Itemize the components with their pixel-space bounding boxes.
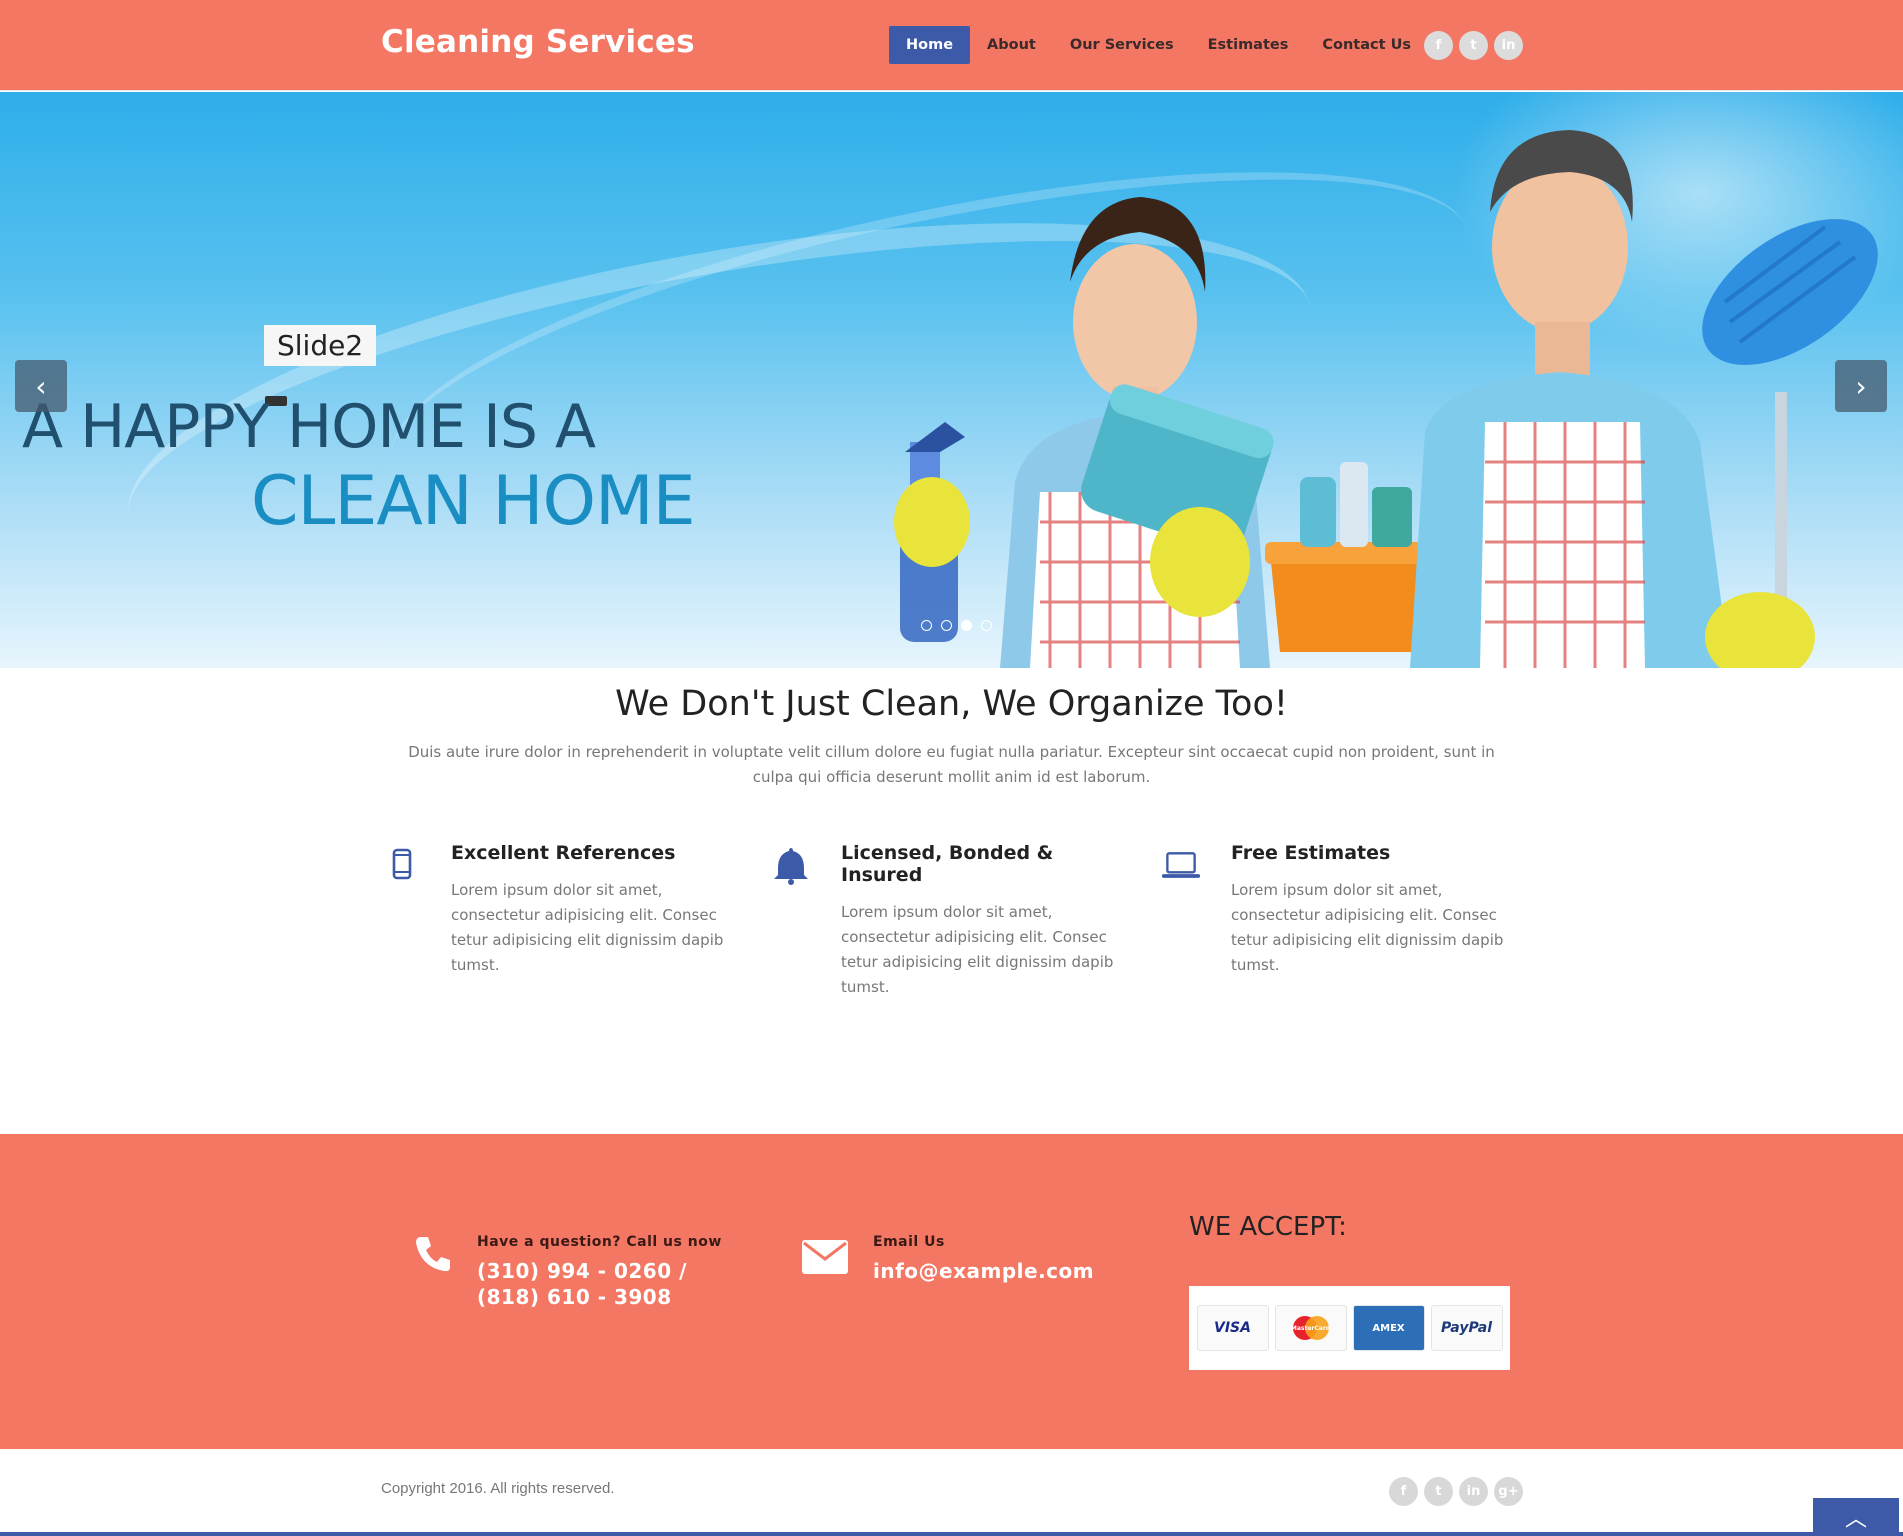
slide-caption: Slide2 bbox=[264, 325, 377, 366]
nav-about[interactable]: About bbox=[970, 26, 1053, 64]
intro-title: We Don't Just Clean, We Organize Too! bbox=[615, 684, 1288, 724]
contact-band: Have a question? Call us now (310) 994 -… bbox=[0, 1134, 1903, 1449]
visa-card: VISA bbox=[1196, 1305, 1269, 1351]
twitter-icon[interactable]: t bbox=[1424, 1477, 1453, 1506]
footer-social-links: f t in g+ bbox=[1389, 1477, 1523, 1506]
payment-cards: VISA MasterCard AMEX PayPal bbox=[1189, 1286, 1510, 1370]
chevron-up-icon: ︿ bbox=[1844, 1507, 1867, 1532]
feature-text: Lorem ipsum dolor sit amet, consectetur … bbox=[841, 903, 1114, 996]
linkedin-icon[interactable]: in bbox=[1494, 31, 1523, 60]
laptop-icon bbox=[1161, 852, 1201, 878]
nav-contact-us[interactable]: Contact Us bbox=[1305, 26, 1428, 64]
nav-home[interactable]: Home bbox=[889, 26, 971, 64]
feature-text: Lorem ipsum dolor sit amet, consectetur … bbox=[451, 881, 724, 974]
facebook-icon[interactable]: f bbox=[1424, 31, 1453, 60]
phone-number[interactable]: (310) 994 - 0260 / (818) 610 - 3908 bbox=[477, 1258, 737, 1310]
main-nav: Home About Our Services Estimates Contac… bbox=[889, 26, 1428, 64]
site-brand[interactable]: Cleaning Services bbox=[381, 24, 695, 60]
man-figure bbox=[1410, 130, 1878, 668]
mastercard-label: MasterCard bbox=[1290, 1324, 1331, 1332]
hero-headline-line2: CLEAN HOME bbox=[251, 462, 696, 541]
we-accept-title: WE ACCEPT: bbox=[1189, 1212, 1347, 1242]
slider-next-button[interactable]: › bbox=[1835, 360, 1887, 412]
envelope-icon bbox=[802, 1240, 848, 1274]
hero-headline-line1: A HAPPY HOME IS A bbox=[22, 392, 596, 462]
hero-cleaners-illustration bbox=[894, 130, 1878, 668]
slider-indicators bbox=[921, 620, 992, 631]
slider-indicator-4[interactable] bbox=[981, 620, 992, 631]
feature-title: Excellent References bbox=[451, 842, 676, 864]
chevron-left-icon: ‹ bbox=[35, 369, 47, 403]
linkedin-icon[interactable]: in bbox=[1459, 1477, 1488, 1506]
site-footer: Copyright 2016. All rights reserved. f t… bbox=[0, 1449, 1903, 1536]
slider-prev-button[interactable]: ‹ bbox=[15, 360, 67, 412]
feature-title: Free Estimates bbox=[1231, 842, 1391, 864]
nav-estimates[interactable]: Estimates bbox=[1191, 26, 1306, 64]
email-address[interactable]: info@example.com bbox=[873, 1258, 1133, 1284]
phone-contact: Have a question? Call us now (310) 994 -… bbox=[477, 1234, 737, 1310]
paypal-card: PayPal bbox=[1430, 1305, 1503, 1351]
facebook-icon[interactable]: f bbox=[1389, 1477, 1418, 1506]
feature-free-estimates: Free Estimates Lorem ipsum dolor sit ame… bbox=[1161, 842, 1531, 978]
feature-excellent-references: Excellent References Lorem ipsum dolor s… bbox=[392, 842, 751, 978]
copyright-text: Copyright 2016. All rights reserved. bbox=[381, 1480, 615, 1497]
feature-licensed-bonded-insured: Licensed, Bonded & Insured Lorem ipsum d… bbox=[774, 842, 1141, 1000]
header-social-links: f t in bbox=[1424, 31, 1523, 60]
woman-figure bbox=[894, 197, 1274, 668]
phone-icon bbox=[416, 1237, 450, 1272]
mobile-phone-icon bbox=[392, 848, 412, 880]
bell-icon bbox=[774, 848, 808, 885]
slider-indicator-3[interactable] bbox=[961, 620, 972, 631]
footer-bottom-line bbox=[0, 1532, 1903, 1536]
nav-our-services[interactable]: Our Services bbox=[1053, 26, 1191, 64]
phone-label: Have a question? Call us now bbox=[477, 1234, 722, 1250]
hero-slider: Slide2 A HAPPY HOME IS A CLEAN HOME ‹ › bbox=[0, 92, 1903, 668]
chevron-right-icon: › bbox=[1855, 369, 1867, 403]
feature-title: Licensed, Bonded & Insured bbox=[841, 842, 1054, 886]
slider-indicator-1[interactable] bbox=[921, 620, 932, 631]
feature-text: Lorem ipsum dolor sit amet, consectetur … bbox=[1231, 881, 1504, 974]
email-contact: Email Us info@example.com bbox=[873, 1234, 1133, 1284]
amex-card: AMEX bbox=[1352, 1305, 1425, 1351]
intro-text: Duis aute irure dolor in reprehenderit i… bbox=[408, 743, 1495, 786]
site-header: Cleaning Services Home About Our Service… bbox=[0, 0, 1903, 91]
twitter-icon[interactable]: t bbox=[1459, 31, 1488, 60]
email-label: Email Us bbox=[873, 1234, 945, 1250]
google-plus-icon[interactable]: g+ bbox=[1494, 1477, 1523, 1506]
slider-indicator-2[interactable] bbox=[941, 620, 952, 631]
back-to-top-button[interactable]: ︿ bbox=[1813, 1498, 1899, 1536]
mastercard-card: MasterCard bbox=[1274, 1305, 1347, 1351]
